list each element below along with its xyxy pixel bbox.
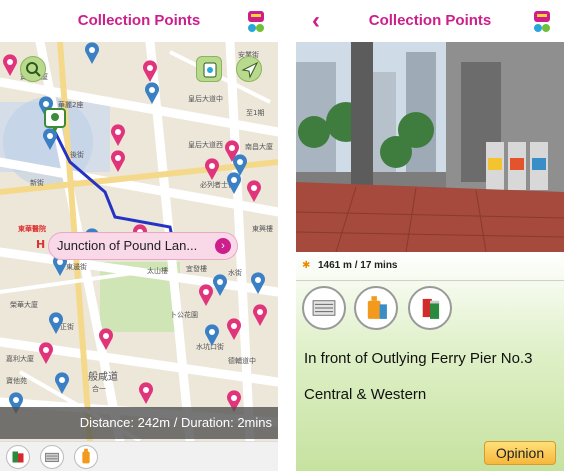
map-label: 皇后大道西 <box>188 141 223 149</box>
collection-point-address: In front of Outlying Ferry Pier No.3 <box>304 350 533 367</box>
paper-filter-icon[interactable] <box>40 445 64 469</box>
page-title: Collection Points <box>368 12 492 29</box>
pink-pin-icon[interactable] <box>38 342 54 364</box>
glass-bottle-filter-icon[interactable] <box>6 445 30 469</box>
collection-point-photo <box>296 42 564 252</box>
opinion-button[interactable]: Opinion <box>484 441 556 465</box>
map-label: 德輔道中 <box>228 357 256 365</box>
map-label: 般咸道 <box>88 372 118 383</box>
walking-person-icon: ✱ <box>302 260 311 271</box>
blue-pin-icon[interactable] <box>144 82 160 104</box>
collection-point-district: Central & Western <box>304 386 427 403</box>
map-label: 東興樓 <box>252 225 273 233</box>
distance-duration-bar: Distance: 242m / Duration: 2mins <box>0 407 278 439</box>
blue-pin-icon[interactable] <box>250 272 266 294</box>
search-button[interactable] <box>20 56 46 82</box>
plastic-bottle-icon <box>354 286 398 330</box>
paper-icon <box>302 286 346 330</box>
map-label: 東華醫院 <box>18 225 46 233</box>
recycle-logo-icon <box>248 11 264 32</box>
map-label: 太山樓 <box>147 267 168 275</box>
map-screen: Collection Points 安業街 華麗2座 皇后大道中 皇后大道西 南… <box>0 0 278 471</box>
map-label: 後街 <box>70 151 84 159</box>
map-label: 合一 <box>92 385 106 393</box>
map-label: 寶他苑 <box>6 377 27 385</box>
plastic-bottle-filter-icon[interactable] <box>74 445 98 469</box>
top-bar: Collection Points <box>0 0 278 42</box>
map-label: 榮華大廈 <box>10 301 38 309</box>
blue-pin-icon[interactable] <box>48 312 64 334</box>
pink-pin-icon[interactable] <box>252 304 268 326</box>
blue-pin-icon[interactable] <box>204 324 220 346</box>
pink-pin-icon[interactable] <box>2 54 18 76</box>
walk-distance-text: 1461 m / 17 mins <box>318 260 398 271</box>
collection-point-detail-screen: ‹ Collection Points ✱ 1461 m / 17 mins I… <box>296 0 564 471</box>
map-label: 卜公花園 <box>170 311 198 319</box>
map-label: 宜發樓 <box>186 265 207 273</box>
pink-pin-icon[interactable] <box>204 158 220 180</box>
blue-pin-icon[interactable] <box>54 372 70 394</box>
pink-pin-icon[interactable] <box>226 318 242 340</box>
blue-pin-icon[interactable] <box>84 42 100 64</box>
blue-pin-icon[interactable] <box>212 274 228 296</box>
recycle-logo-icon <box>534 11 550 32</box>
map-label: 水街 <box>228 269 242 277</box>
hospital-icon: H <box>36 238 46 251</box>
map-view[interactable]: 寶貴大廈 安業街 華麗2座 皇后大道中 皇后大道西 南昌大廈 新街 後街 東華醫… <box>0 42 278 441</box>
callout-text: Junction of Pound Lan... <box>57 238 198 253</box>
collection-point-callout[interactable]: Junction of Pound Lan... › <box>48 232 238 260</box>
location-photo <box>296 42 564 252</box>
recycle-bin-button[interactable] <box>196 56 222 82</box>
top-bar: ‹ Collection Points <box>296 0 564 42</box>
pink-pin-icon[interactable] <box>110 124 126 146</box>
pink-pin-icon[interactable] <box>110 150 126 172</box>
map-label: 嘉利大廈 <box>6 355 34 363</box>
chevron-right-icon[interactable]: › <box>215 238 231 254</box>
pink-pin-icon[interactable] <box>98 328 114 350</box>
pink-pin-icon[interactable] <box>142 60 158 82</box>
detail-panel: ✱ 1461 m / 17 mins In front of Outlying F… <box>296 252 564 471</box>
divider <box>296 280 564 281</box>
current-location-icon <box>44 108 66 133</box>
blue-pin-icon[interactable] <box>226 172 242 194</box>
search-icon <box>26 62 41 77</box>
aluminium-can-icon <box>408 286 452 330</box>
location-arrow-icon <box>241 61 259 79</box>
map-label: 至1期 <box>246 109 265 117</box>
page-title: Collection Points <box>77 12 201 29</box>
pink-pin-icon[interactable] <box>246 180 262 202</box>
map-label: 新街 <box>30 179 44 187</box>
map-label: 皇后大道中 <box>188 95 223 103</box>
map-label: 東邊街 <box>66 263 87 271</box>
pink-pin-icon[interactable] <box>138 382 154 404</box>
locate-me-button[interactable] <box>236 56 262 82</box>
category-filter-bar <box>0 441 278 471</box>
map-label: 南昌大廈 <box>245 143 273 151</box>
recycle-bin-icon <box>203 62 217 78</box>
walking-info: ✱ 1461 m / 17 mins <box>302 258 398 274</box>
